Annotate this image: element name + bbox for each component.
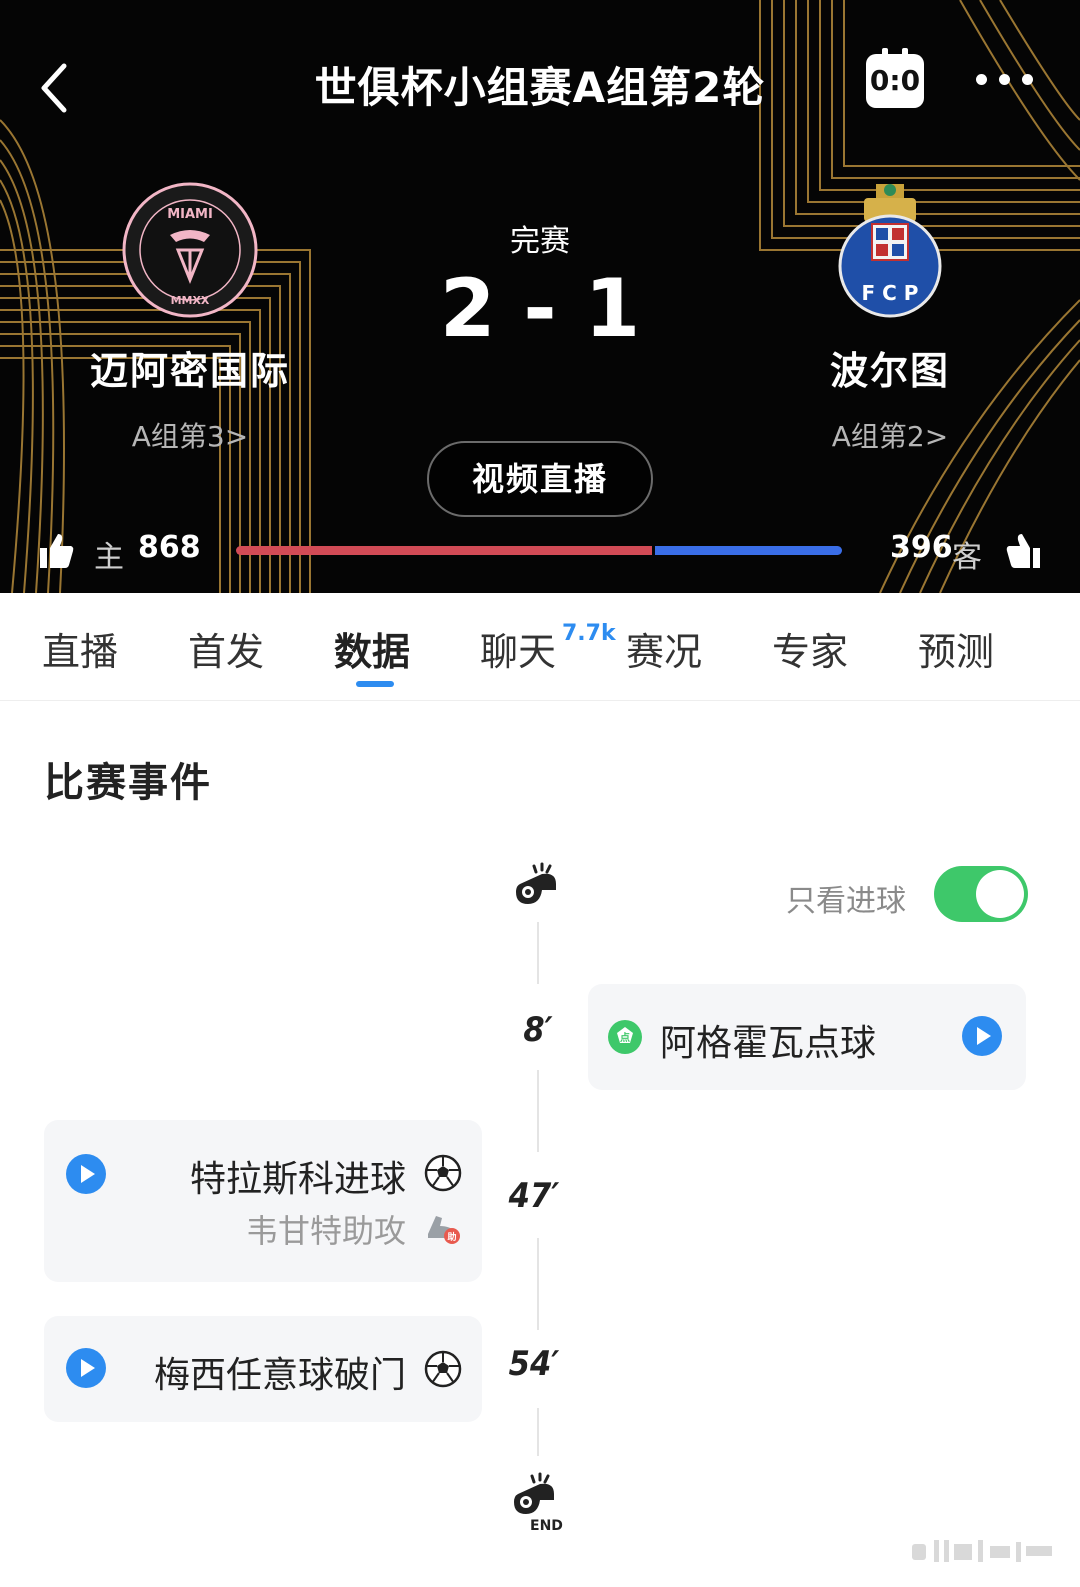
event-card[interactable]: 梅西任意球破门 — [44, 1316, 482, 1422]
more-dot-icon — [976, 74, 987, 85]
events-section-title: 比赛事件 — [44, 760, 212, 806]
whistle-start-icon — [516, 862, 556, 904]
away-vote-count: 396 — [890, 530, 953, 565]
watermark-icon — [912, 1540, 1052, 1562]
tab-lineup[interactable]: 首发 — [188, 621, 264, 676]
timeline-line — [537, 1070, 539, 1152]
away-vote-label: 客 — [952, 540, 982, 575]
crest-text: F C P — [862, 281, 919, 305]
assist-boot-icon: 助 — [428, 1216, 460, 1244]
event-card[interactable]: 点 阿格霍瓦点球 — [588, 984, 1026, 1090]
play-video-icon[interactable] — [66, 1348, 106, 1388]
home-team[interactable]: MIAMI MMXX 迈阿密国际 A组第3> — [60, 180, 320, 455]
match-title: 世俱杯小组赛A组第2轮 — [314, 63, 766, 112]
tab-chat[interactable]: 聊天 — [480, 621, 556, 676]
chat-count-badge: 7.7k — [562, 621, 616, 646]
end-label: END — [530, 1518, 563, 1534]
away-team-rank: A组第2 — [831, 420, 925, 453]
penalty-icon: 点 — [608, 1020, 642, 1054]
timeline-line — [537, 1408, 539, 1456]
thumbs-up-icon[interactable] — [36, 530, 76, 570]
crest-text-top: MIAMI — [167, 207, 213, 222]
timeline-line — [537, 922, 539, 984]
away-team-name: 波尔图 — [829, 349, 950, 393]
active-tab-indicator — [356, 681, 394, 687]
goals-only-label: 只看进球 — [786, 884, 906, 919]
fc-porto-crest-icon: F C P — [838, 184, 942, 318]
more-options-button[interactable] — [976, 70, 1046, 94]
timeline-line — [537, 1238, 539, 1330]
top-bar: 世俱杯小组赛A组第2轮 0:0 — [0, 40, 1080, 130]
inter-miami-crest-icon: MIAMI MMXX — [122, 182, 258, 318]
crest-text-bottom: MMXX — [171, 294, 210, 307]
home-team-rank: A组第3 — [131, 420, 225, 453]
chevron-right-icon: > — [924, 420, 949, 453]
event-description: 特拉斯科进球 — [189, 1159, 406, 1200]
play-video-icon[interactable] — [962, 1016, 1002, 1056]
video-live-button[interactable]: 视频直播 — [427, 441, 653, 517]
tab-live[interactable]: 直播 — [42, 621, 118, 676]
tab-experts[interactable]: 专家 — [772, 621, 848, 676]
event-minute: 47′ — [508, 1176, 560, 1216]
home-vote-fill — [236, 546, 653, 555]
home-vote-label: 主 — [94, 540, 124, 575]
tab-data[interactable]: 数据 — [334, 621, 410, 676]
event-minute: 54′ — [508, 1344, 560, 1384]
match-status: 完赛 — [510, 224, 570, 259]
home-team-name: 迈阿密国际 — [89, 349, 290, 393]
home-team-rank-link[interactable]: A组第3> — [60, 415, 320, 455]
tab-prediction[interactable]: 预测 — [918, 621, 994, 676]
tab-match-report[interactable]: 赛况 — [626, 621, 702, 676]
svg-text:助: 助 — [447, 1231, 456, 1243]
toggle-knob — [976, 870, 1024, 918]
assist-description: 韦甘特助攻 — [245, 1212, 406, 1250]
away-vote-fill — [655, 546, 842, 555]
home-vote-count: 868 — [138, 530, 201, 565]
tab-bar: 直播 首发 数据 聊天 7.7k 赛况 专家 预测 — [0, 593, 1080, 701]
event-description: 梅西任意球破门 — [153, 1355, 406, 1396]
chevron-left-icon — [41, 63, 67, 113]
event-minute: 8′ — [523, 1010, 553, 1050]
more-dot-icon — [1022, 74, 1033, 85]
event-description: 阿格霍瓦点球 — [660, 1023, 877, 1064]
back-button[interactable] — [28, 50, 88, 120]
soccer-ball-icon — [424, 1350, 462, 1388]
match-score: 2 - 1 — [439, 262, 641, 355]
event-card[interactable]: 特拉斯科进球 韦甘特助攻 助 — [44, 1120, 482, 1282]
scoreboard-icon[interactable]: 0:0 — [866, 48, 924, 108]
svg-text:点: 点 — [620, 1031, 630, 1044]
chevron-right-icon: > — [224, 420, 249, 453]
match-header: 世俱杯小组赛A组第2轮 0:0 MIAMI MMXX 迈阿密国际 A组第3> 完… — [0, 0, 1080, 593]
support-vote-row: 主 868 396 客 — [0, 528, 1080, 578]
goals-only-toggle[interactable] — [934, 866, 1028, 922]
whistle-end-icon — [514, 1472, 554, 1514]
soccer-ball-icon — [424, 1154, 462, 1192]
thumbs-up-icon[interactable] — [1004, 530, 1044, 570]
away-team[interactable]: F C P 波尔图 A组第2> — [760, 180, 1020, 455]
vote-share-bar — [236, 546, 842, 555]
away-team-rank-link[interactable]: A组第2> — [760, 415, 1020, 455]
play-video-icon[interactable] — [66, 1154, 106, 1194]
more-dot-icon — [999, 74, 1010, 85]
